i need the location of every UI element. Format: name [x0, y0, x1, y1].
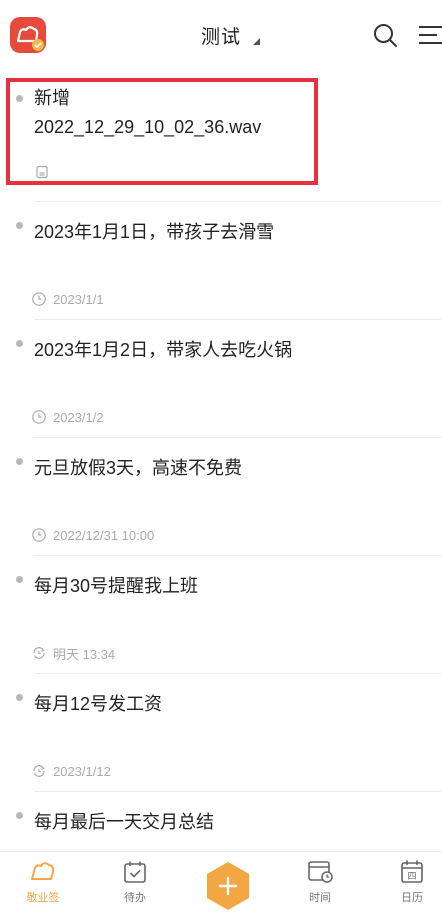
- note-text: 2023年1月2日，带家人去吃火锅: [34, 340, 293, 360]
- note-meta: 明天 13:34: [31, 643, 115, 663]
- reminder-time: 2022/12/31 10:00: [53, 527, 155, 543]
- bullet-dot: [16, 458, 23, 465]
- clock-icon: [32, 410, 46, 424]
- note-text: 每月30号提醒我上班: [34, 576, 199, 596]
- audio-file-icon[interactable]: [34, 164, 50, 180]
- nav-calendar[interactable]: 四 日历: [382, 860, 442, 905]
- page-title[interactable]: 测试: [201, 27, 241, 48]
- bullet-dot: [16, 340, 23, 347]
- note-text: 新增 2022_12_29_10_02_36.wav: [34, 84, 261, 142]
- nav-calendar-label: 日历: [401, 892, 423, 904]
- reminder-time: 2023/1/2: [53, 409, 104, 425]
- note-text: 元旦放假3天，高速不免费: [34, 458, 243, 478]
- clock-icon: [32, 292, 46, 306]
- reminder-time: 2023/1/12: [53, 763, 111, 779]
- bullet-dot: [16, 95, 23, 102]
- list-item[interactable]: 2023年1月1日，带孩子去滑雪 2023/1/1: [0, 202, 442, 320]
- repeat-clock-icon: [33, 647, 45, 659]
- note-meta: 2023/1/12: [31, 761, 111, 781]
- list-item[interactable]: 每月30号提醒我上班 明天 13:34: [0, 556, 442, 674]
- note-meta: 2023/1/1: [31, 289, 104, 309]
- reminder-time: 明天 13:34: [53, 646, 116, 662]
- calendar-icon: 四: [401, 860, 423, 883]
- cloud-note-icon: [31, 862, 55, 880]
- app-header: 测试: [0, 0, 442, 70]
- todo-calendar-icon: [124, 861, 146, 883]
- add-button[interactable]: [205, 861, 251, 911]
- nav-time[interactable]: 时间: [290, 860, 350, 905]
- note-text: 每月12号发工资: [34, 694, 163, 714]
- caret-down-icon[interactable]: [253, 38, 260, 45]
- note-text: 每月最后一天交月总结: [34, 812, 214, 832]
- bullet-dot: [16, 576, 23, 583]
- bottom-nav: 敬业签 待办 时间 四 日历: [0, 851, 442, 918]
- note-list: 新增 2022_12_29_10_02_36.wav 2023年1月1日，带孩子…: [0, 70, 442, 852]
- note-meta: 2023/1/2: [31, 407, 104, 427]
- bullet-dot: [16, 694, 23, 701]
- nav-home-label: 敬业签: [26, 892, 60, 904]
- nav-todo-label: 待办: [124, 892, 146, 904]
- clock-icon: [32, 528, 46, 542]
- list-item[interactable]: 2023年1月2日，带家人去吃火锅 2023/1/2: [0, 320, 442, 438]
- note-meta: [34, 162, 56, 182]
- note-title: 新增: [34, 88, 70, 108]
- nav-time-label: 时间: [309, 892, 331, 904]
- menu-icon[interactable]: [417, 24, 442, 46]
- calendar-day-text: 四: [407, 872, 416, 882]
- search-icon[interactable]: [372, 22, 398, 48]
- note-text: 2023年1月1日，带孩子去滑雪: [34, 222, 275, 242]
- nav-home[interactable]: 敬业签: [13, 860, 73, 905]
- note-attachment-name: 2022_12_29_10_02_36.wav: [34, 117, 262, 137]
- list-item[interactable]: 元旦放假3天，高速不免费 2022/12/31 10:00: [0, 438, 442, 556]
- bullet-dot: [16, 222, 23, 229]
- reminder-time: 2023/1/1: [53, 291, 104, 307]
- note-meta: 2022/12/31 10:00: [31, 525, 154, 545]
- list-item[interactable]: 每月最后一天交月总结: [0, 792, 442, 852]
- bullet-dot: [16, 812, 23, 819]
- nav-todo[interactable]: 待办: [105, 860, 165, 905]
- list-item[interactable]: 新增 2022_12_29_10_02_36.wav: [0, 70, 442, 202]
- time-calendar-icon: [308, 861, 333, 883]
- list-item[interactable]: 每月12号发工资 2023/1/12: [0, 674, 442, 792]
- repeat-clock-icon: [33, 765, 45, 777]
